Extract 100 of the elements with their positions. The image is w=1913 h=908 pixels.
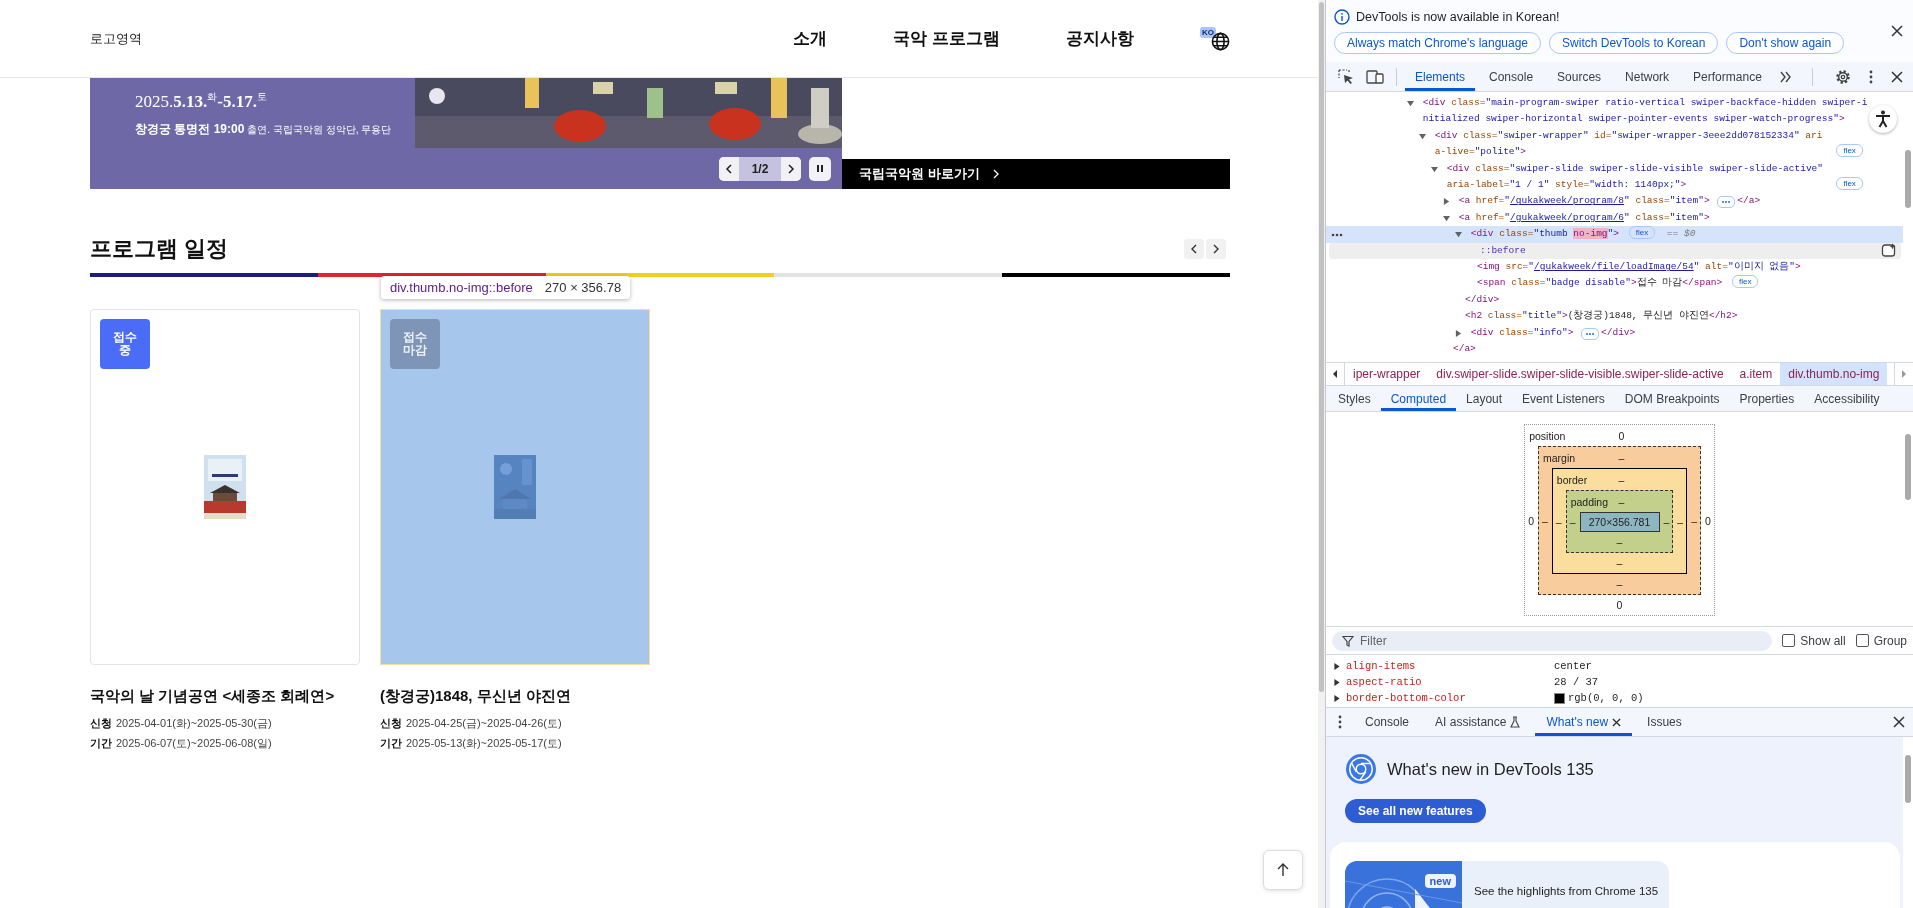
filter-field[interactable]: Filter <box>1332 630 1773 651</box>
breadcrumb[interactable]: div.thumb.no-img <box>1780 363 1888 385</box>
flex-badge[interactable]: flex <box>1628 226 1656 240</box>
drawer-tab[interactable]: Console <box>1354 708 1421 736</box>
panel-tab[interactable]: Elements <box>1405 62 1476 91</box>
see-features-button[interactable]: See all new features <box>1345 799 1486 823</box>
more-menu-icon[interactable] <box>1338 715 1342 729</box>
tree-row[interactable]: <div class="main-program-swiper ratio-vertical swiper-backface-hidden swiper-initialized swiper-horizontal swiper-pointer-events swiper-watch-progress"> <box>1326 95 1903 128</box>
breadcrumb[interactable]: iper-wrapper <box>1345 363 1429 385</box>
chevron-right-icon <box>787 163 795 174</box>
dom-node-text: </a> <box>1453 342 1476 357</box>
more-dots-icon[interactable] <box>1331 233 1343 238</box>
nav-link[interactable]: 국악 프로그램 <box>893 27 1000 50</box>
next-slide-button[interactable] <box>781 156 801 181</box>
close-icon[interactable] <box>1612 717 1622 727</box>
collapse-triangle-icon[interactable] <box>1443 214 1450 222</box>
program-title[interactable]: (창경궁)1848, 무신년 야진연 <box>380 687 650 706</box>
tree-row[interactable]: <div class="swiper-wrapper" id="swiper-wrapper-3eee2dd078152334" aria-live="polite"> flex <box>1326 127 1903 161</box>
box-model-value: 0 <box>1618 429 1625 442</box>
box-model-label: margin <box>1542 451 1577 464</box>
logo-text[interactable]: 로고영역 <box>90 29 142 48</box>
infobar-button[interactable]: Always match Chrome's language <box>1334 31 1542 54</box>
sidebar-tab[interactable]: Accessibility <box>1804 386 1890 411</box>
accessibility-button[interactable] <box>1869 105 1897 133</box>
panel-tab[interactable]: Network <box>1615 62 1680 91</box>
previous-slide-button[interactable] <box>719 156 739 181</box>
scrollbar[interactable] <box>1318 0 1325 908</box>
panel-tab[interactable]: Console <box>1479 62 1544 91</box>
dom-node-text: <img src="/gukakweek/file/loadImage/54" alt="이미지 없음"> <box>1477 260 1801 275</box>
ellipsis-icon <box>1585 331 1596 336</box>
sidebar-tab[interactable]: Event Listeners <box>1512 386 1615 411</box>
filter-icon <box>1342 634 1354 647</box>
box-model-value: 0 <box>1528 514 1534 527</box>
flex-badge[interactable]: flex <box>1732 275 1759 289</box>
drawer-tab[interactable]: Issues <box>1636 708 1693 736</box>
checkbox[interactable] <box>1782 634 1796 647</box>
content-size: 270×356.781 <box>1579 512 1660 532</box>
nav-link[interactable]: 소개 <box>793 27 828 50</box>
language-button[interactable]: KO <box>1200 26 1230 51</box>
panel-tab[interactable]: Sources <box>1547 62 1612 91</box>
more-menu-icon[interactable] <box>1869 69 1873 84</box>
close-icon[interactable] <box>1891 25 1903 37</box>
collapse-triangle-icon[interactable] <box>1407 100 1414 107</box>
scroll-to-top-button[interactable] <box>1263 850 1303 890</box>
tree-row[interactable]: <img src="/gukakweek/file/loadImage/54" alt="이미지 없음"> <box>1326 259 1903 276</box>
breadcrumb[interactable]: a.item <box>1731 363 1781 385</box>
tree-row[interactable]: <a href="/gukakweek/program/8" class="item"> </a> <box>1326 193 1903 210</box>
breadcrumb[interactable]: div.swiper-slide.swiper-slide-visible.swiper-slide-active <box>1428 363 1732 385</box>
card-thumbnail[interactable]: 접수중 <box>90 309 360 665</box>
previous-button[interactable] <box>1184 239 1204 259</box>
tree-row[interactable]: <div class="swiper-slide swiper-slide-visible swiper-slide-active" aria-label="1 / 1" style="width: 1140px;"> flex <box>1326 160 1903 194</box>
drawer-tab[interactable]: AI assistance <box>1424 708 1532 736</box>
box-model-value: – <box>1618 473 1625 486</box>
panel-tab[interactable]: Performance <box>1683 62 1772 91</box>
checkbox[interactable] <box>1855 634 1869 647</box>
color-swatch[interactable] <box>1554 692 1565 704</box>
expand-triangle-icon[interactable] <box>1443 198 1450 206</box>
flex-badge[interactable]: flex <box>1836 177 1863 191</box>
external-link[interactable]: 국립국악원 바로가기 <box>842 159 1230 189</box>
tree-row[interactable]: <h2 class="title">(창경궁)1848, 무신년 야진연</h2> <box>1326 308 1903 325</box>
tree-row[interactable]: <div class="info"> </div> <box>1326 324 1903 342</box>
triangle-right-icon <box>1901 370 1907 378</box>
infobar-button[interactable]: Don't show again <box>1726 31 1845 54</box>
sidebar-tab[interactable]: Styles <box>1328 386 1381 411</box>
next-button[interactable] <box>1206 239 1226 259</box>
device-toolbar-icon[interactable] <box>1366 68 1384 85</box>
expand-button[interactable] <box>1581 327 1600 340</box>
infobar-button[interactable]: Switch DevTools to Korean <box>1549 31 1719 54</box>
nav-link[interactable]: 공지사항 <box>1066 27 1134 50</box>
person-icon <box>1875 110 1891 128</box>
collapse-triangle-icon[interactable] <box>1431 165 1438 173</box>
close-icon[interactable] <box>1893 716 1905 728</box>
triangle-left-icon <box>1332 370 1338 378</box>
sidebar-tab[interactable]: Properties <box>1729 386 1805 411</box>
settings-icon[interactable] <box>1835 68 1851 85</box>
inspect-element-icon[interactable] <box>1338 68 1354 85</box>
tree-row[interactable]: <span class="badge disable">접수 마감</span> flex <box>1326 275 1903 292</box>
info-value: 2025-04-25(금)~2025-04-26(토) <box>406 716 562 731</box>
scrollbar[interactable] <box>1903 737 1913 908</box>
sidebar-tab[interactable]: Layout <box>1456 386 1513 411</box>
sidebar-tab[interactable]: DOM Breakpoints <box>1614 386 1730 411</box>
flex-badge[interactable]: flex <box>1836 144 1863 158</box>
dom-node-text: </div> <box>1465 292 1500 307</box>
chat-sparkle-icon[interactable] <box>1881 242 1897 259</box>
info-icon <box>1334 8 1350 25</box>
tree-row[interactable]: <a href="/gukakweek/program/6" class="item"> <box>1326 209 1903 227</box>
pause-button[interactable] <box>809 156 831 181</box>
tree-row[interactable]: <div class="thumb no-img"> flex == $0 <box>1326 226 1903 243</box>
highlight-card[interactable]: new See the highlights from Chrome 135 <box>1345 861 1669 908</box>
expand-button[interactable] <box>1717 196 1736 209</box>
dom-node-text: </a> <box>1737 194 1761 209</box>
ellipsis-icon <box>1721 200 1732 205</box>
close-icon[interactable] <box>1891 70 1903 83</box>
collapse-triangle-icon[interactable] <box>1419 132 1426 140</box>
expand-triangle-icon[interactable] <box>1455 329 1462 337</box>
checkbox-label: Group <box>1873 633 1907 648</box>
program-title[interactable]: 국악의 날 기념공연 <세종조 회례연> <box>90 687 360 706</box>
more-tabs-icon[interactable] <box>1779 70 1792 83</box>
collapse-triangle-icon[interactable] <box>1455 231 1462 239</box>
sidebar-tab[interactable]: Computed <box>1380 386 1457 411</box>
